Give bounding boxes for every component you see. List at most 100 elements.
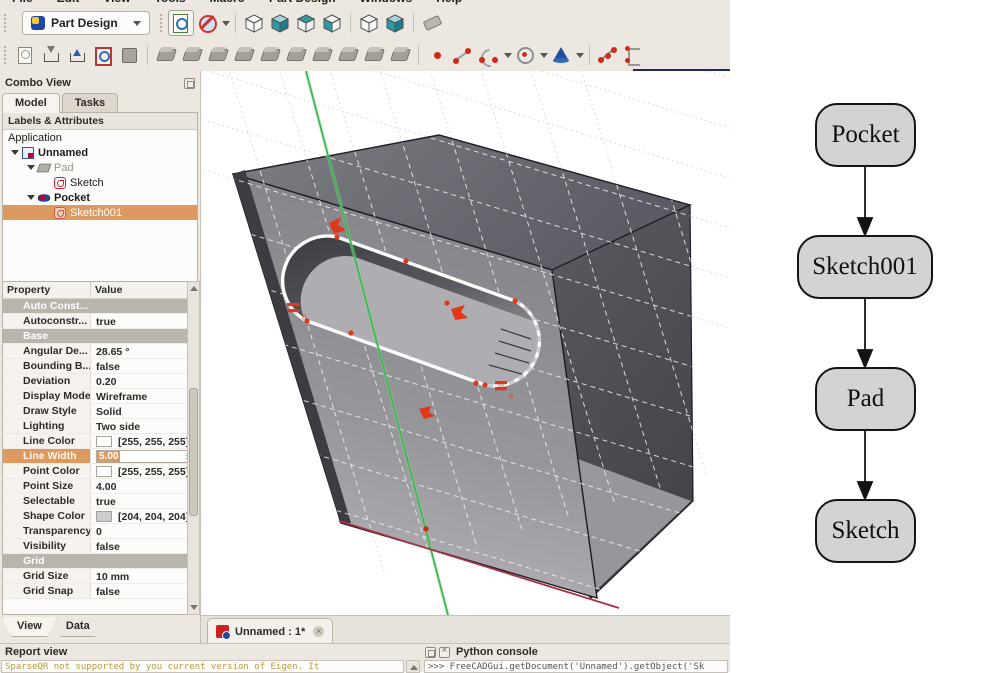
tree-item-unnamed[interactable]: Unnamed <box>3 145 197 160</box>
property-scrollbar[interactable] <box>187 281 200 615</box>
chevron-down-icon[interactable] <box>222 21 230 26</box>
tab-data[interactable]: Data <box>51 617 105 637</box>
view-cube-wire-icon[interactable] <box>241 10 267 36</box>
document-icon[interactable] <box>12 42 38 68</box>
property-row-deviation[interactable]: Deviation0.20 <box>3 374 197 389</box>
report-scrollbar[interactable] <box>406 660 420 673</box>
sketch-polyline-icon[interactable] <box>595 42 621 68</box>
property-value[interactable]: false <box>91 539 197 553</box>
property-row-shape-color[interactable]: Shape Color[204, 204, 204] <box>3 509 197 524</box>
chevron-down-icon[interactable] <box>504 53 512 58</box>
property-row-line-width[interactable]: Line Width5.00 <box>3 449 197 464</box>
color-swatch[interactable] <box>96 436 112 447</box>
property-row-bounding-b-[interactable]: Bounding B...false <box>3 359 197 374</box>
spinbox-value[interactable]: 5.00 <box>97 451 120 462</box>
property-row-draw-style[interactable]: Draw StyleSolid <box>3 404 197 419</box>
chevron-down-icon[interactable] <box>576 53 584 58</box>
property-row-grid-snap[interactable]: Grid Snapfalse <box>3 584 197 599</box>
menu-macro[interactable]: Macro <box>198 0 257 5</box>
sketch-point-icon[interactable] <box>424 42 450 68</box>
preview-icon[interactable] <box>90 42 116 68</box>
import-icon[interactable] <box>38 42 64 68</box>
menu-edit[interactable]: Edit <box>45 0 92 5</box>
property-value[interactable]: 28.65 ° <box>91 344 197 358</box>
selection-view-icon[interactable] <box>168 10 194 36</box>
menu-help[interactable]: Help <box>424 0 474 5</box>
property-row-point-size[interactable]: Point Size4.00 <box>3 479 197 494</box>
partdesign-op-icon[interactable] <box>309 42 335 68</box>
close-tab-icon[interactable]: × <box>313 626 324 637</box>
property-value[interactable]: [204, 204, 204] <box>91 509 197 523</box>
view-cube-front-icon[interactable] <box>319 10 345 36</box>
tree-item-sketch001[interactable]: Sketch001 <box>3 205 197 220</box>
menu-view[interactable]: View <box>91 0 142 5</box>
solid-box-icon[interactable] <box>116 42 142 68</box>
expand-arrow-icon[interactable] <box>27 195 35 200</box>
scroll-up-icon[interactable] <box>190 286 198 291</box>
property-row-point-color[interactable]: Point Color[255, 255, 255] <box>3 464 197 479</box>
close-panel-icon[interactable] <box>439 647 450 658</box>
property-value[interactable]: 0.20 <box>91 374 197 388</box>
float-panel-icon[interactable] <box>184 78 195 89</box>
property-value[interactable]: 10 mm <box>91 569 197 583</box>
view-cube-iso2-icon[interactable] <box>382 10 408 36</box>
property-value[interactable]: 0 <box>91 524 197 538</box>
menu-part-design[interactable]: Part Design <box>257 0 348 5</box>
sketch-arc-icon[interactable] <box>476 42 502 68</box>
property-value[interactable]: 4.00 <box>91 479 197 493</box>
property-row-transparency[interactable]: Transparency0 <box>3 524 197 539</box>
property-value[interactable]: 5.00 <box>91 449 197 463</box>
tree-item-pocket[interactable]: Pocket <box>3 190 197 205</box>
property-group-base[interactable]: Base <box>3 329 197 344</box>
property-row-lighting[interactable]: LightingTwo side <box>3 419 197 434</box>
export-icon[interactable] <box>64 42 90 68</box>
menu-file[interactable]: File <box>0 0 45 5</box>
property-value[interactable]: true <box>91 314 197 328</box>
property-value[interactable]: false <box>91 584 197 598</box>
property-value[interactable]: false <box>91 359 197 373</box>
workbench-selector[interactable]: Part Design <box>22 11 150 35</box>
expand-arrow-icon[interactable] <box>27 165 35 170</box>
tab-tasks[interactable]: Tasks <box>62 93 118 113</box>
sketch-line-icon[interactable] <box>450 42 476 68</box>
partdesign-op-icon[interactable] <box>205 42 231 68</box>
tree-item-sketch[interactable]: Sketch <box>3 175 197 190</box>
float-panel-icon[interactable] <box>425 647 436 658</box>
property-row-visibility[interactable]: Visibilityfalse <box>3 539 197 554</box>
scroll-down-icon[interactable] <box>190 605 198 610</box>
sketch-circle-icon[interactable] <box>512 42 538 68</box>
expand-arrow-icon[interactable] <box>11 150 19 155</box>
property-row-line-color[interactable]: Line Color[255, 255, 255] <box>3 434 197 449</box>
sketch-conic-icon[interactable] <box>548 42 574 68</box>
menu-tools[interactable]: Tools <box>142 0 197 5</box>
toolbar-drag-handle[interactable] <box>4 46 8 64</box>
property-value[interactable]: Two side <box>91 419 197 433</box>
line-width-spinbox[interactable]: 5.00 <box>96 450 195 463</box>
property-group-auto-const-[interactable]: Auto Const... <box>3 299 197 314</box>
property-row-display-mode[interactable]: Display ModeWireframe <box>3 389 197 404</box>
clipping-plane-icon[interactable] <box>194 10 220 36</box>
menu-windows[interactable]: Windows <box>348 0 425 5</box>
tree-item-pad[interactable]: Pad <box>3 160 197 175</box>
view-cube-wire2-icon[interactable] <box>356 10 382 36</box>
property-value[interactable]: true <box>91 494 197 508</box>
color-swatch[interactable] <box>96 466 112 477</box>
tree-item-application[interactable]: Application <box>3 130 197 145</box>
3d-viewport[interactable]: 6 6 <box>201 71 730 615</box>
sketch-origin-point[interactable] <box>423 526 428 531</box>
property-value[interactable]: Wireframe <box>91 389 197 403</box>
partdesign-op-icon[interactable] <box>387 42 413 68</box>
property-row-angular-de-[interactable]: Angular De...28.65 ° <box>3 344 197 359</box>
partdesign-op-icon[interactable] <box>153 42 179 68</box>
property-value[interactable]: [255, 255, 255] <box>91 464 197 478</box>
toolbar-drag-handle[interactable] <box>160 14 164 32</box>
tab-view[interactable]: View <box>2 617 57 637</box>
view-cube-top-icon[interactable] <box>293 10 319 36</box>
partdesign-op-icon[interactable] <box>231 42 257 68</box>
chevron-down-icon[interactable] <box>540 53 548 58</box>
property-value[interactable]: [255, 255, 255] <box>91 434 197 448</box>
property-row-grid-size[interactable]: Grid Size10 mm <box>3 569 197 584</box>
python-console-input[interactable]: >>> FreeCADGui.getDocument('Unnamed').ge… <box>424 660 728 673</box>
toolbar-drag-handle[interactable] <box>4 14 8 32</box>
property-value[interactable]: Solid <box>91 404 197 418</box>
